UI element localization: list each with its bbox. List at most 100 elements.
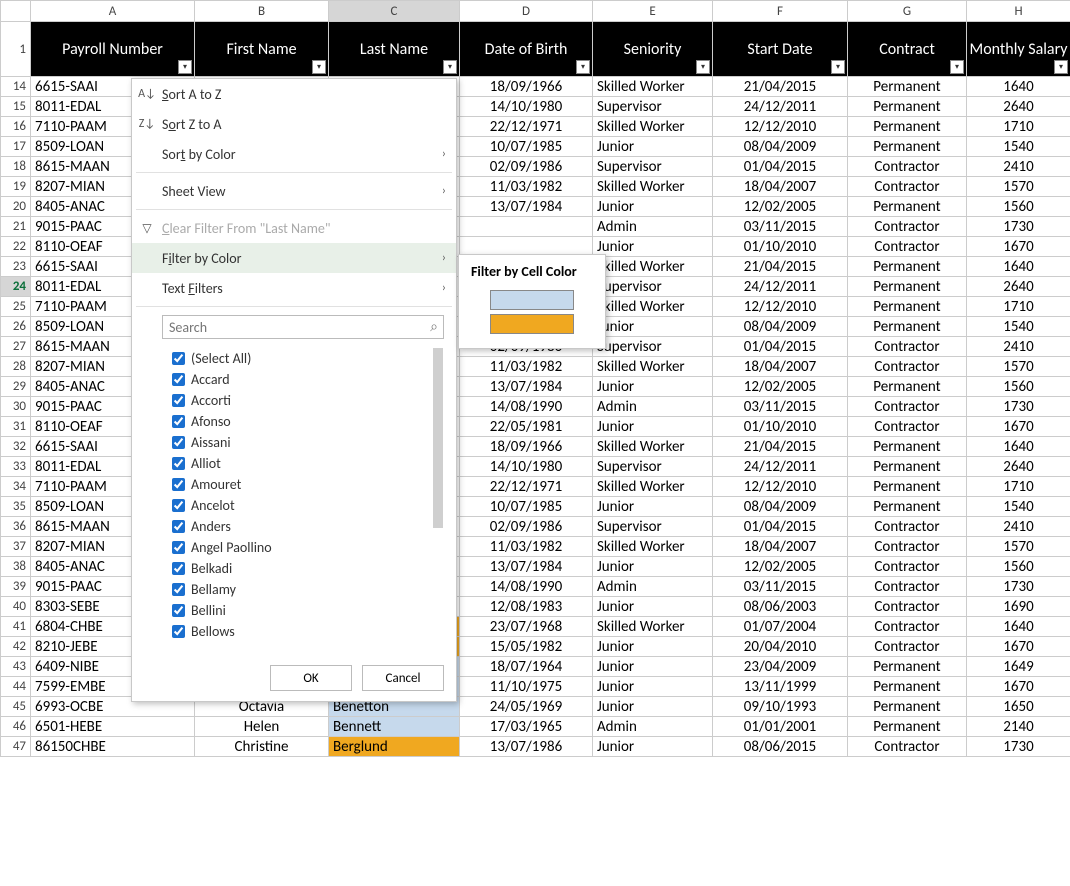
filter-checkbox[interactable] [172, 436, 185, 449]
cell[interactable]: 2640 [967, 277, 1070, 297]
row-head[interactable]: 23 [0, 257, 31, 277]
col-head-F[interactable]: F [713, 0, 848, 22]
cell[interactable]: 12/02/2005 [713, 197, 848, 217]
color-swatch-orange[interactable] [490, 314, 574, 334]
cell[interactable]: Junior [593, 697, 713, 717]
cell[interactable]: 14/10/1980 [460, 457, 593, 477]
row-head-1[interactable]: 1 [0, 22, 31, 77]
cell[interactable]: Permanent [848, 477, 967, 497]
row-head[interactable]: 42 [0, 637, 31, 657]
row-head[interactable]: 26 [0, 317, 31, 337]
filter-checkbox[interactable] [172, 415, 185, 428]
cell[interactable]: Permanent [848, 197, 967, 217]
cell[interactable]: Contractor [848, 357, 967, 377]
cell[interactable]: 22/12/1971 [460, 477, 593, 497]
filter-checkbox[interactable] [172, 604, 185, 617]
cell[interactable]: 12/08/1983 [460, 597, 593, 617]
cell[interactable]: 24/12/2011 [713, 457, 848, 477]
filter-button-D[interactable]: ▾ [576, 60, 590, 74]
row-head[interactable]: 36 [0, 517, 31, 537]
cell[interactable]: Permanent [848, 717, 967, 737]
row-head[interactable]: 38 [0, 557, 31, 577]
cell[interactable]: 13/11/1999 [713, 677, 848, 697]
cell[interactable]: 1560 [967, 557, 1070, 577]
cell[interactable]: 1670 [967, 677, 1070, 697]
row-head[interactable]: 17 [0, 137, 31, 157]
cell[interactable]: Permanent [848, 317, 967, 337]
cell[interactable]: 08/04/2009 [713, 317, 848, 337]
cell[interactable]: 11/10/1975 [460, 677, 593, 697]
cell[interactable]: Junior [593, 637, 713, 657]
filter-item[interactable]: Accard [168, 369, 443, 390]
cell[interactable]: 24/05/1969 [460, 697, 593, 717]
row-head[interactable]: 44 [0, 677, 31, 697]
filter-checkbox[interactable] [172, 499, 185, 512]
cell[interactable]: 12/12/2010 [713, 297, 848, 317]
cell[interactable]: 1570 [967, 537, 1070, 557]
cell[interactable]: Permanent [848, 117, 967, 137]
cell[interactable]: 18/04/2007 [713, 357, 848, 377]
cell[interactable]: Contractor [848, 157, 967, 177]
cell[interactable]: 1640 [967, 257, 1070, 277]
row-head[interactable]: 34 [0, 477, 31, 497]
cell[interactable]: 12/12/2010 [713, 117, 848, 137]
cell[interactable]: Skilled Worker [593, 537, 713, 557]
cell[interactable]: Contractor [848, 397, 967, 417]
cell[interactable]: 01/04/2015 [713, 517, 848, 537]
filter-button-A[interactable]: ▾ [178, 60, 192, 74]
filter-item[interactable]: Belkadi [168, 558, 443, 579]
select-all-corner[interactable] [0, 0, 31, 22]
cell[interactable]: 13/07/1984 [460, 377, 593, 397]
cell[interactable]: Junior [593, 377, 713, 397]
filter-values-list[interactable]: (Select All) AccardAccortiAfonsoAissaniA… [167, 343, 444, 653]
cell[interactable]: Permanent [848, 677, 967, 697]
cell[interactable]: Skilled Worker [593, 357, 713, 377]
cell[interactable]: Admin [593, 577, 713, 597]
cell[interactable]: Contractor [848, 337, 967, 357]
cell[interactable]: 1640 [967, 77, 1070, 97]
sort-az[interactable]: A↓ Sort A to Z [132, 79, 456, 109]
row-head[interactable]: 19 [0, 177, 31, 197]
cell[interactable]: Junior [593, 417, 713, 437]
cell[interactable]: Contractor [848, 537, 967, 557]
row-head[interactable]: 37 [0, 537, 31, 557]
cell[interactable]: 1690 [967, 597, 1070, 617]
cell[interactable]: 13/07/1986 [460, 737, 593, 757]
cell[interactable]: 03/11/2015 [713, 397, 848, 417]
cell[interactable]: Supervisor [593, 157, 713, 177]
cell[interactable]: 23/04/2009 [713, 657, 848, 677]
row-head[interactable]: 28 [0, 357, 31, 377]
row-head[interactable]: 24 [0, 277, 31, 297]
cell[interactable]: 13/07/1984 [460, 557, 593, 577]
cell[interactable]: 1730 [967, 397, 1070, 417]
row-head[interactable]: 41 [0, 617, 31, 637]
cell[interactable]: Supervisor [593, 457, 713, 477]
cell[interactable]: 02/09/1986 [460, 157, 593, 177]
filter-button-G[interactable]: ▾ [950, 60, 964, 74]
row-head[interactable]: 46 [0, 717, 31, 737]
cell[interactable]: 6501-HEBE [31, 717, 195, 737]
cell[interactable]: Junior [593, 597, 713, 617]
cell[interactable]: 09/10/1993 [713, 697, 848, 717]
cell[interactable]: Skilled Worker [593, 617, 713, 637]
row-head[interactable]: 16 [0, 117, 31, 137]
cell[interactable]: Supervisor [593, 337, 713, 357]
cell[interactable]: Junior [593, 197, 713, 217]
cell[interactable]: 22/05/1981 [460, 417, 593, 437]
row-head[interactable]: 18 [0, 157, 31, 177]
cell[interactable]: Contractor [848, 237, 967, 257]
cell[interactable]: Junior [593, 317, 713, 337]
cell[interactable]: 01/10/2010 [713, 417, 848, 437]
col-head-D[interactable]: D [460, 0, 593, 22]
row-head[interactable]: 21 [0, 217, 31, 237]
cell[interactable]: 1670 [967, 237, 1070, 257]
cell[interactable]: 1560 [967, 377, 1070, 397]
sort-za[interactable]: Z↓ Sort Z to A [132, 109, 456, 139]
filter-item[interactable]: Angel Paollino [168, 537, 443, 558]
cell[interactable]: 01/07/2004 [713, 617, 848, 637]
cell[interactable]: Helen [195, 717, 329, 737]
cell[interactable]: 2410 [967, 337, 1070, 357]
cell[interactable]: 21/04/2015 [713, 437, 848, 457]
cell[interactable]: 10/07/1985 [460, 497, 593, 517]
cell[interactable]: 01/10/2010 [713, 237, 848, 257]
